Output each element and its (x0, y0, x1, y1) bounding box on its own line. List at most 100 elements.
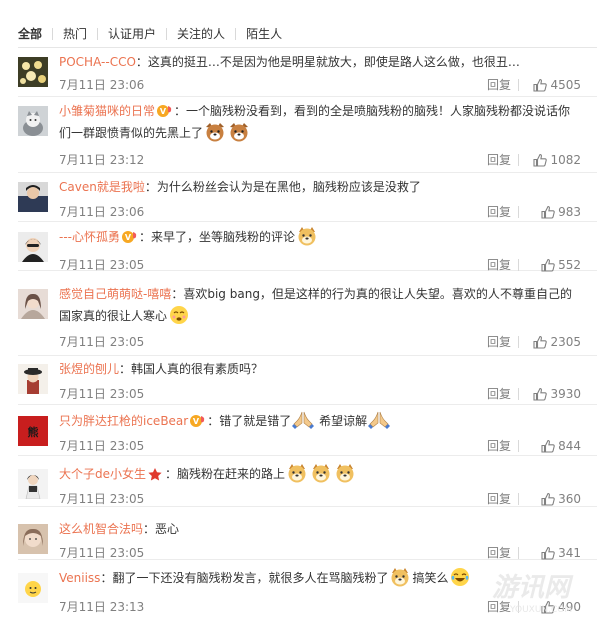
like-button[interactable]: 844 (541, 436, 581, 456)
reply-button[interactable]: 回复 (487, 489, 511, 509)
avatar[interactable] (18, 106, 48, 136)
reply-button[interactable]: 回复 (487, 436, 511, 456)
comment-content: 错了就是错了 (219, 414, 292, 428)
avatar[interactable] (18, 573, 48, 603)
avatar[interactable] (18, 524, 48, 554)
comment-content: 来早了，坐等脑残粉的评论 (151, 230, 296, 244)
action-divider (518, 601, 519, 613)
username-link[interactable]: Caven就是我啦 (59, 180, 145, 194)
comment-content: 为什么粉丝会认为是在黑他，脑残粉应该是没救了 (156, 180, 421, 194)
avatar[interactable] (18, 364, 48, 394)
avatar[interactable] (18, 57, 48, 87)
comment-time: 7月11日 23:06 (59, 78, 145, 92)
tab-strangers[interactable]: 陌生人 (246, 24, 282, 44)
username-link[interactable]: 小雏菊猫咪的日常 (59, 104, 155, 118)
comment-text: 这么机智合法吗：恶心 (59, 518, 581, 540)
colon: ： (139, 230, 152, 244)
doge-emoji-icon (391, 568, 409, 587)
tab-verified-users[interactable]: 认证用户 (108, 24, 156, 44)
comment-row: 这么机智合法吗：恶心 7月11日 23:05 回复 341 (18, 507, 597, 560)
colon: ： (171, 287, 184, 301)
svg-text:熊: 熊 (28, 425, 39, 439)
comment-text: 只为胖达扛枪的iceBear V ：错了就是错了 希望谅解 (59, 410, 581, 432)
like-button[interactable]: 2305 (533, 332, 581, 352)
action-divider (518, 79, 519, 91)
tab-all[interactable]: 全部 (18, 24, 42, 44)
comment-time: 7月11日 23:12 (59, 153, 145, 167)
svg-text:V: V (193, 417, 200, 426)
reply-button[interactable]: 回复 (487, 150, 511, 170)
doge-emoji-icon (298, 227, 316, 246)
colon: ： (143, 522, 156, 536)
tab-hot[interactable]: 热门 (63, 24, 87, 44)
colon: ： (100, 571, 113, 585)
username-link[interactable]: 大个子de小女生 (59, 467, 146, 481)
username-link[interactable]: Veniiss (59, 571, 100, 585)
action-divider (518, 547, 519, 559)
comment-content: 韩国人真的很有素质吗？ (131, 362, 264, 376)
svg-text:V: V (125, 233, 132, 242)
comment-text: ---心怀孤勇 V ：来早了，坐等脑残粉的评论 (59, 226, 581, 248)
avatar[interactable]: 熊 (18, 416, 48, 446)
comment-text: POCHA--CCO：这真的挺丑…不是因为他是明星就放大，即使是路人这么做，也很… (59, 51, 581, 73)
avatar[interactable] (18, 182, 48, 212)
thumbs-up-icon (533, 387, 548, 401)
svg-text:V: V (160, 107, 167, 116)
comment-time: 7月11日 23:05 (59, 387, 145, 401)
like-button[interactable]: 4505 (533, 75, 581, 95)
doge-emoji-icon (336, 464, 354, 483)
comment-text: Caven就是我啦：为什么粉丝会认为是在黑他，脑残粉应该是没救了 (59, 176, 581, 198)
username-link[interactable]: 感觉自己萌萌哒-嘻嘻 (59, 287, 171, 301)
like-button[interactable]: 3930 (533, 384, 581, 404)
dog-emoji-icon (230, 123, 249, 142)
like-count: 4505 (550, 78, 581, 92)
comment-text: 张煜的刨儿：韩国人真的很有素质吗？ (59, 358, 581, 380)
comment-time: 7月11日 23:13 (59, 600, 145, 614)
comment-content: 搞笑么 (412, 571, 449, 585)
avatar[interactable] (18, 469, 48, 499)
username-link[interactable]: ---心怀孤勇 (59, 230, 120, 244)
comment-text: 小雏菊猫咪的日常 V ：一个脑残粉没看到，看到的全是喷脑残粉的脑残！人家脑残粉都没说… (59, 100, 581, 144)
comment-time: 7月11日 23:05 (59, 335, 145, 349)
reply-button[interactable]: 回复 (487, 384, 511, 404)
avatar[interactable] (18, 289, 48, 319)
username-link[interactable]: POCHA--CCO (59, 55, 136, 69)
avatar[interactable] (18, 232, 48, 262)
thumbs-up-icon (533, 335, 548, 349)
like-button[interactable]: 983 (541, 202, 581, 222)
username-link[interactable]: 这么机智合法吗 (59, 522, 143, 536)
username-link[interactable]: 只为胖达扛枪的iceBear (59, 414, 188, 428)
reply-button[interactable]: 回复 (487, 332, 511, 352)
thumbs-up-icon (541, 258, 555, 272)
colon: ： (119, 362, 132, 376)
action-divider (518, 336, 519, 348)
vip-badge-icon: V (122, 230, 137, 243)
doge-emoji-icon (288, 464, 306, 483)
comment-row: 小雏菊猫咪的日常 V ：一个脑残粉没看到，看到的全是喷脑残粉的脑残！人家脑残粉都没说… (18, 97, 597, 173)
like-button[interactable]: 360 (541, 489, 581, 509)
tab-following[interactable]: 关注的人 (177, 24, 225, 44)
colon: ： (135, 55, 148, 69)
comment-text: 感觉自己萌萌哒-嘻嘻：喜欢big bang，但是这样的行为真的很让人失望。喜欢的… (59, 283, 581, 327)
reply-button[interactable]: 回复 (487, 202, 511, 222)
pray-hands-icon (368, 411, 391, 429)
action-divider (518, 440, 519, 452)
comment-row: 大个子de小女生 ：脑残粉在赶来的路上 7月11日 23:05 回复 360 (18, 456, 597, 507)
like-button[interactable]: 490 (541, 597, 581, 617)
reply-button[interactable]: 回复 (487, 75, 511, 95)
like-button[interactable]: 1082 (533, 150, 581, 170)
like-count: 360 (558, 492, 581, 506)
reply-button[interactable]: 回复 (487, 597, 511, 617)
username-link[interactable]: 张煜的刨儿 (59, 362, 119, 376)
like-count: 490 (558, 600, 581, 614)
thumbs-up-icon (541, 205, 555, 219)
comment-text: Veniiss：翻了一下还没有脑残粉发言，就很多人在骂脑残粉了 搞笑么 (59, 567, 581, 589)
colon: ： (207, 414, 220, 428)
doge-emoji-icon (312, 464, 330, 483)
comment-time: 7月11日 23:05 (59, 439, 145, 453)
action-divider (518, 388, 519, 400)
action-divider (518, 206, 519, 218)
action-divider (518, 493, 519, 505)
pray-hands-icon (292, 411, 315, 429)
thumbs-up-icon (541, 546, 555, 560)
